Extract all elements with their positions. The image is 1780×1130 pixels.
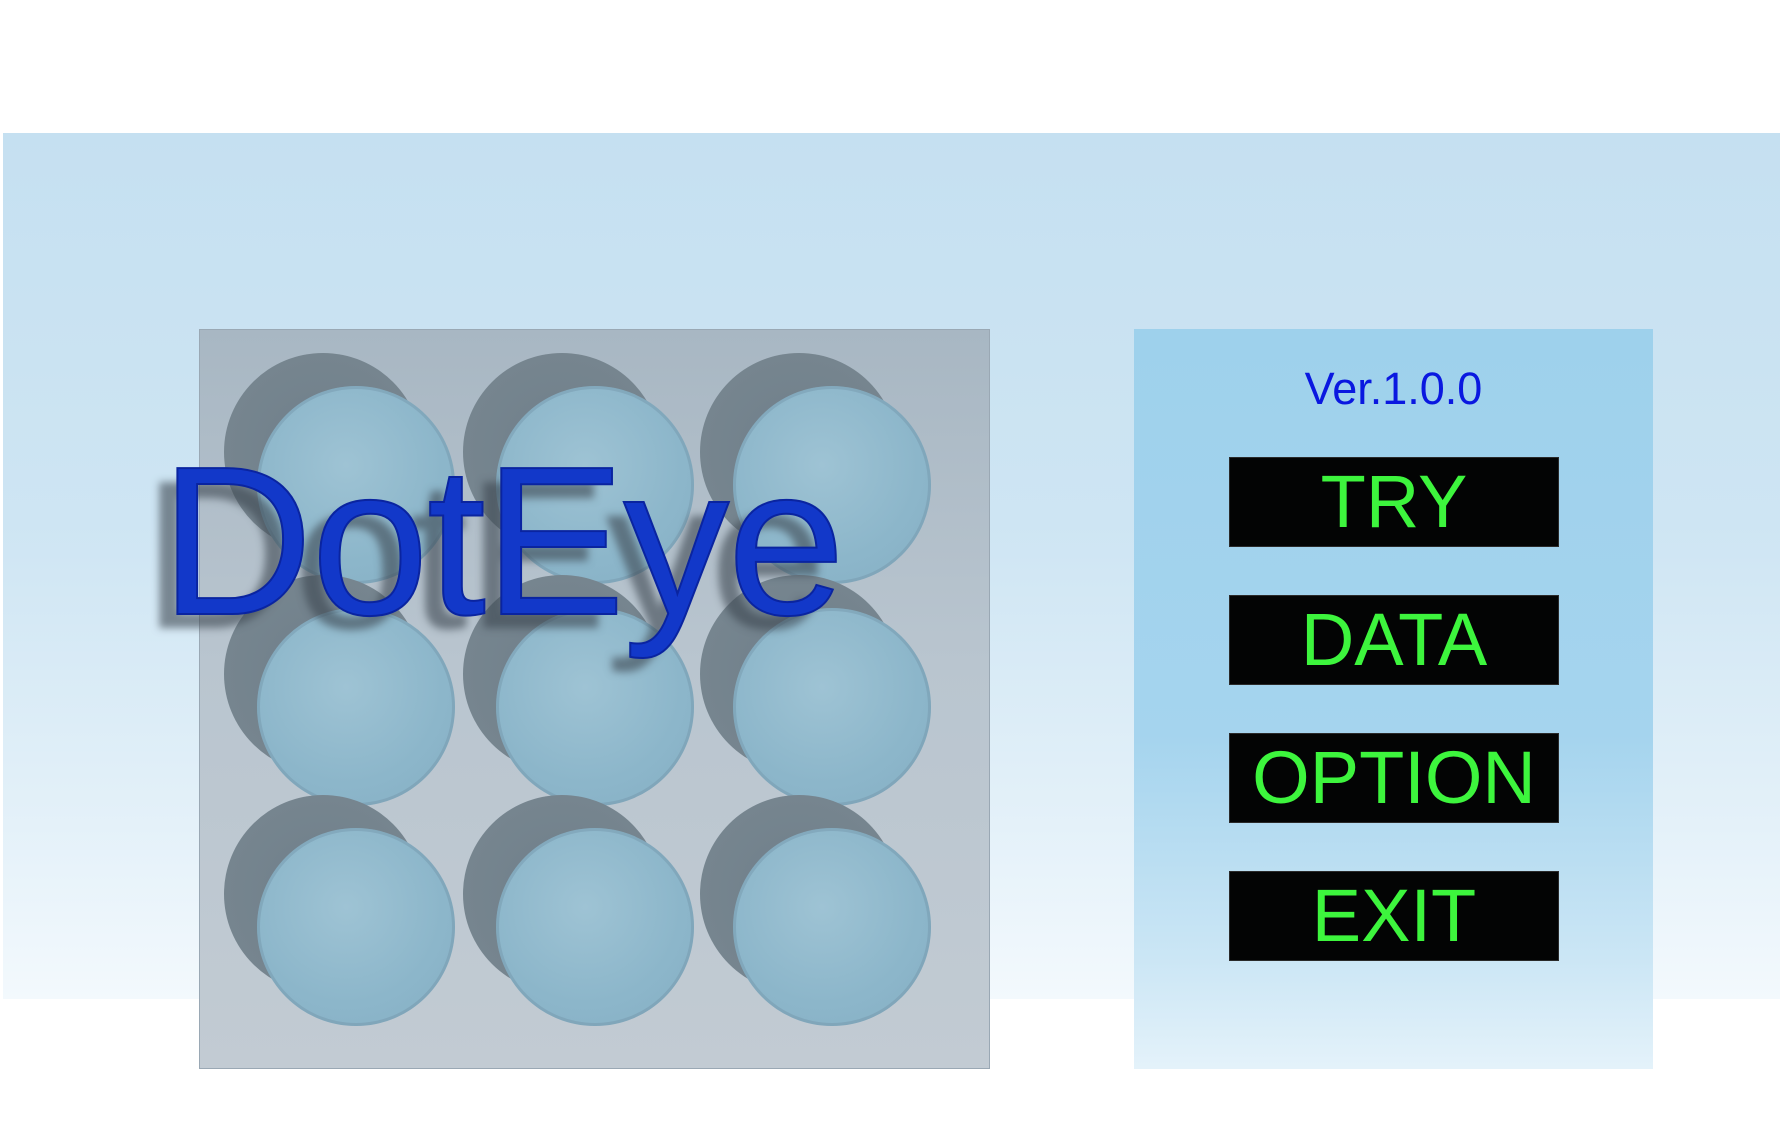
option-button[interactable]: OPTION bbox=[1229, 733, 1559, 823]
data-button[interactable]: DATA bbox=[1229, 595, 1559, 685]
version-label: Ver.1.0.0 bbox=[1304, 363, 1483, 414]
hole-disc bbox=[257, 828, 455, 1026]
hole-disc bbox=[496, 828, 694, 1026]
board-hole[interactable] bbox=[700, 795, 931, 1026]
game-title: DotEye bbox=[159, 422, 846, 659]
board-hole[interactable] bbox=[463, 795, 694, 1026]
main-menu-panel: Ver.1.0.0 TRY DATA OPTION EXIT bbox=[1134, 329, 1653, 1069]
board-hole[interactable] bbox=[224, 795, 455, 1026]
try-button[interactable]: TRY bbox=[1229, 457, 1559, 547]
exit-button[interactable]: EXIT bbox=[1229, 871, 1559, 961]
hole-disc bbox=[733, 828, 931, 1026]
